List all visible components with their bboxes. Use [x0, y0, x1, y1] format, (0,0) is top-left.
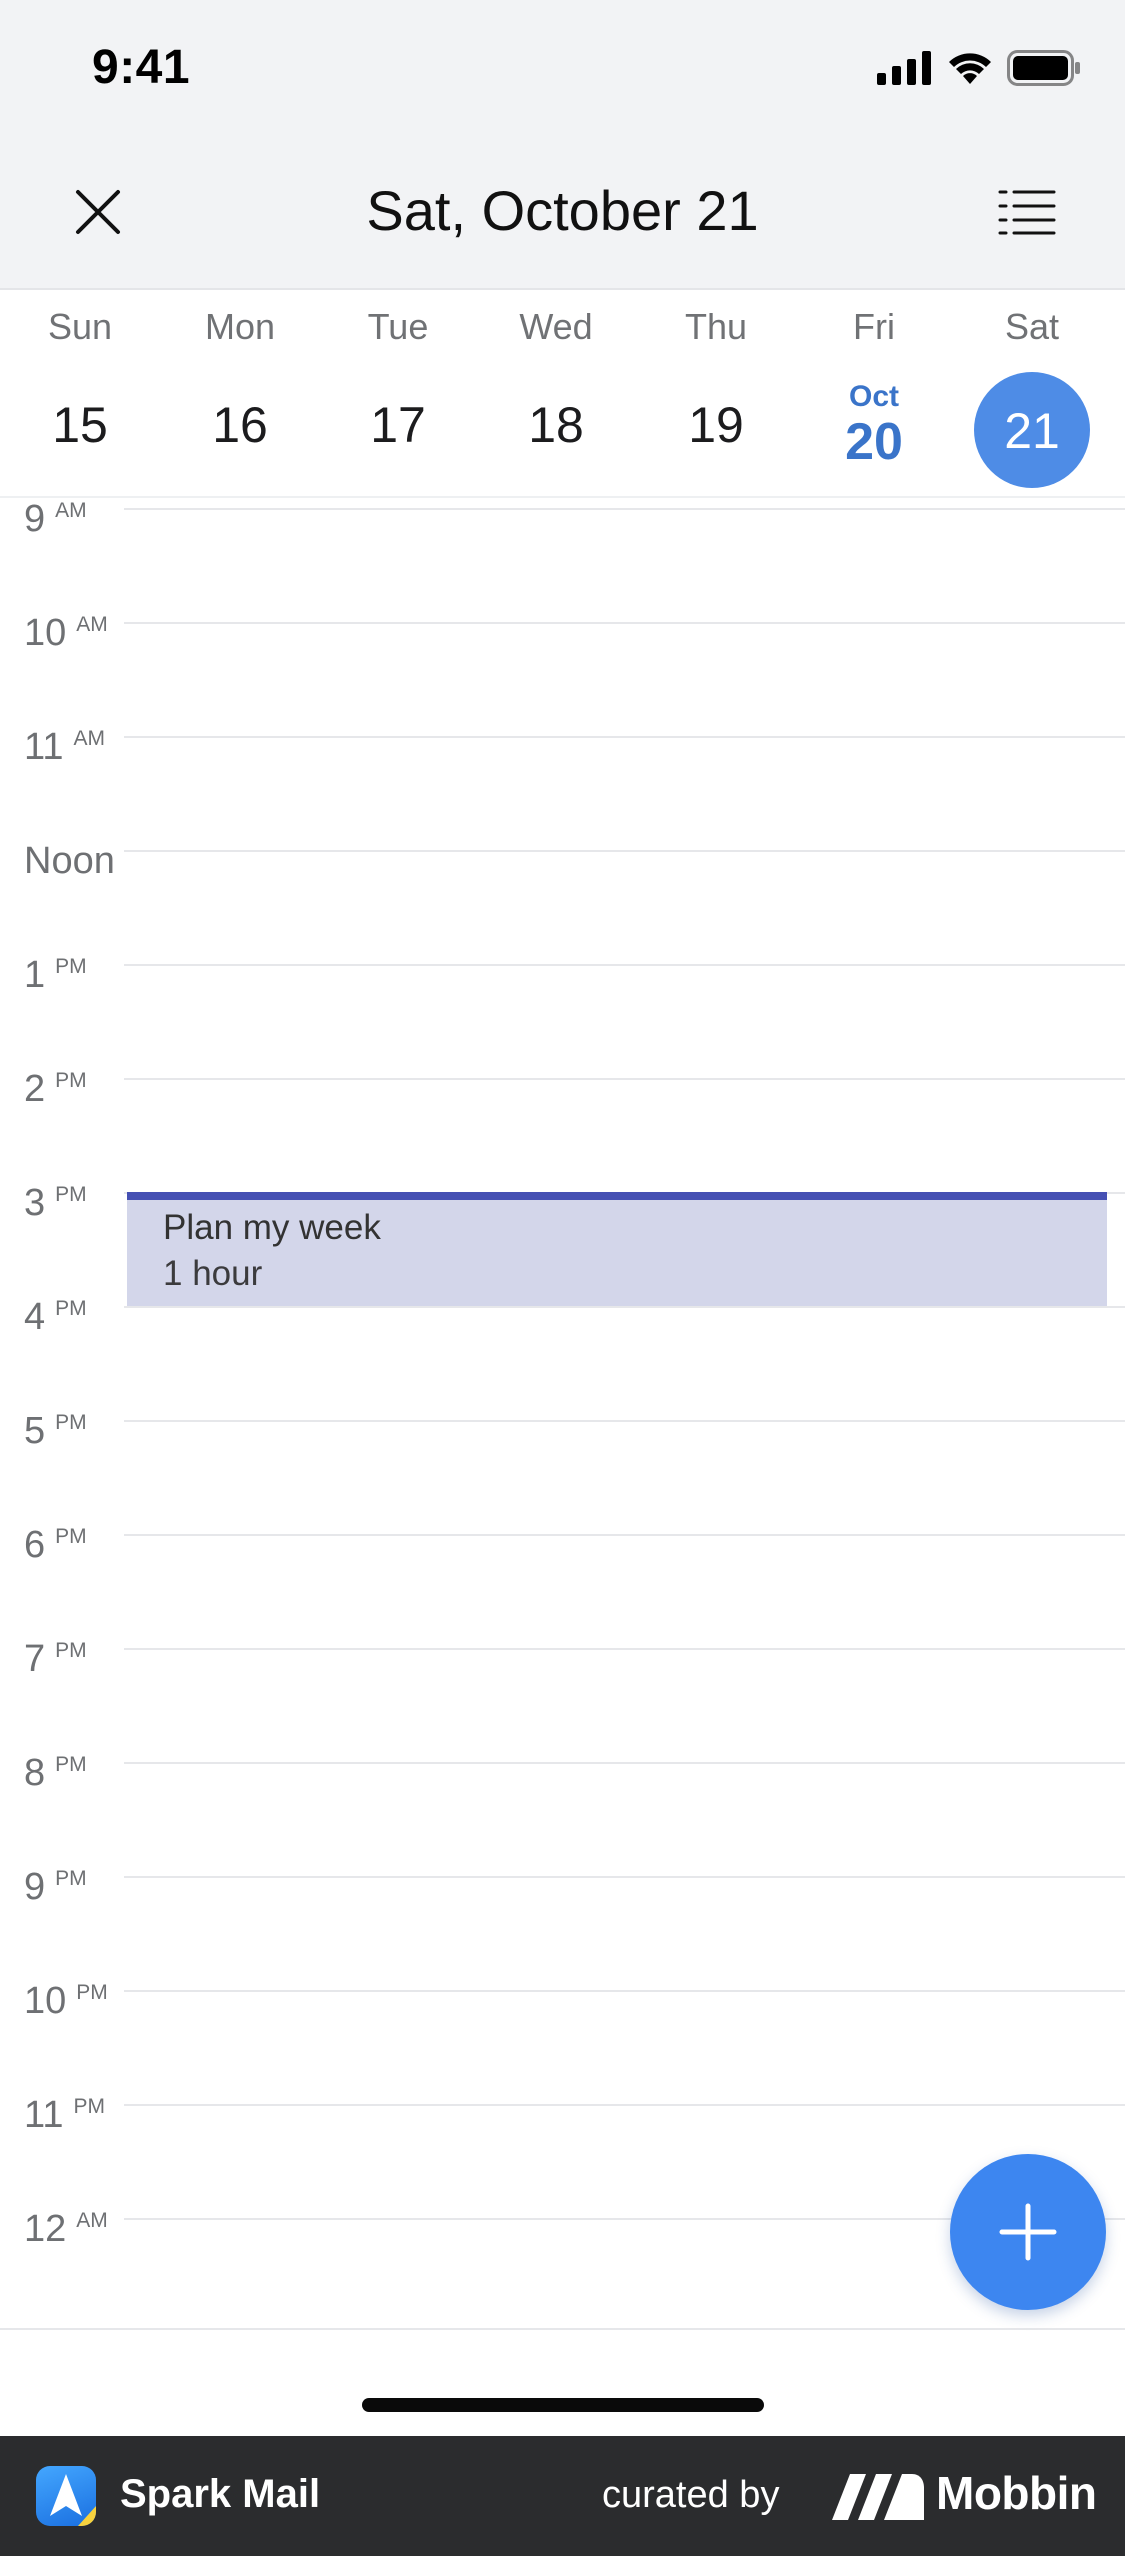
hour-line — [124, 1762, 1125, 1764]
mobbin-logo-icon — [832, 2474, 924, 2520]
hour-line — [124, 2104, 1125, 2106]
hour-line — [124, 964, 1125, 966]
hour-line — [124, 1420, 1125, 1422]
event-title: Plan my week — [163, 1208, 381, 1247]
hour-label: 10 AM — [24, 612, 108, 654]
footer-curated-by: curated by — [602, 2474, 780, 2516]
status-time: 9:41 — [92, 41, 191, 94]
hour-label: 9 PM — [24, 1866, 87, 1908]
hour-line — [124, 850, 1125, 852]
day-wed[interactable]: Wed 18 — [476, 290, 636, 498]
hour-label: Noon — [24, 840, 115, 882]
today-month: Oct — [848, 380, 899, 413]
hour-label: 2 PM — [24, 1068, 87, 1110]
day-fri-today[interactable]: Fri Oct 20 — [794, 290, 954, 498]
day-sun[interactable]: Sun 15 — [0, 290, 160, 498]
hour-label: 9 AM — [24, 500, 87, 540]
hour-label: 6 PM — [24, 1524, 87, 1566]
agenda-view-button[interactable] — [991, 176, 1063, 248]
day-thu[interactable]: Thu 19 — [636, 290, 796, 498]
home-indicator — [362, 2398, 764, 2412]
status-icons — [877, 48, 1081, 88]
hour-label: 4 PM — [24, 1296, 87, 1338]
hour-line — [124, 508, 1125, 510]
week-strip: Sun 15 Mon 16 Tue 17 Wed 18 Thu 19 Fri O… — [0, 288, 1125, 496]
hour-label: 8 PM — [24, 1752, 87, 1794]
hour-label: 3 PM — [24, 1182, 87, 1224]
day-mon[interactable]: Mon 16 — [160, 290, 320, 498]
hour-line — [124, 622, 1125, 624]
hour-line — [124, 1648, 1125, 1650]
hour-label: 10 PM — [24, 1980, 108, 2022]
page-title: Sat, October 21 — [366, 179, 759, 242]
divider — [0, 2328, 1125, 2330]
day-timeline[interactable]: 9 AM 10 AM 11 AM Noon 1 PM 2 PM 3 PM 4 PM 5 PM 6… — [0, 500, 1125, 2335]
list-icon — [998, 190, 1056, 235]
hour-label: 11 AM — [24, 726, 105, 768]
event-duration: 1 hour — [163, 1254, 263, 1293]
hour-line — [124, 1990, 1125, 1992]
hour-line — [124, 1534, 1125, 1536]
hour-line — [124, 1078, 1125, 1080]
hour-line — [124, 1306, 1125, 1308]
today-number: 20 — [845, 413, 903, 471]
event-plan-my-week[interactable]: Plan my week 1 hour — [127, 1192, 1107, 1306]
top-bar: 9:41 Sat, October 21 — [0, 0, 1125, 288]
battery-icon — [1007, 50, 1080, 86]
footer-banner: Spark Mail curated by Mobbin — [0, 2436, 1125, 2556]
wifi-icon — [949, 53, 991, 84]
hour-label: 5 PM — [24, 1410, 87, 1452]
day-sat-selected[interactable]: Sat 21 — [952, 290, 1112, 498]
hour-label: 7 PM — [24, 1638, 87, 1680]
hour-label: 11 PM — [24, 2094, 105, 2136]
footer-app-name: Spark Mail — [120, 2472, 321, 2516]
spark-mail-logo-icon — [36, 2466, 96, 2526]
day-tue[interactable]: Tue 17 — [318, 290, 478, 498]
hour-label: 12 AM — [24, 2208, 108, 2250]
signal-icon — [877, 51, 931, 85]
footer-brand: Mobbin — [936, 2467, 1097, 2519]
hour-line — [124, 1876, 1125, 1878]
selected-day-number: 21 — [1004, 403, 1060, 459]
hour-line — [124, 736, 1125, 738]
hour-label: 1 PM — [24, 954, 87, 996]
plus-icon — [999, 2203, 1057, 2261]
add-event-button[interactable] — [950, 2154, 1106, 2310]
